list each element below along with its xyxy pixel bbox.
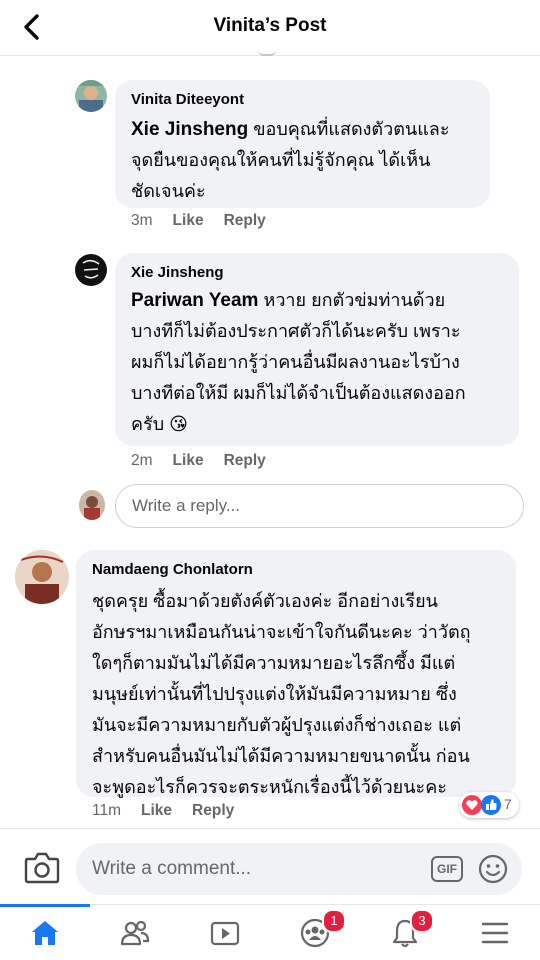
comment-actions: 3m Like Reply (131, 212, 286, 230)
timestamp: 11m (92, 802, 122, 819)
avatar[interactable] (15, 550, 69, 604)
tab-notifications[interactable]: 3 (360, 905, 450, 960)
reaction-count: 7 (504, 796, 512, 812)
groups-badge: 1 (322, 909, 346, 933)
like-button[interactable]: Like (173, 212, 204, 230)
like-icon (481, 795, 501, 815)
reply-placeholder: Write a reply... (132, 496, 241, 515)
comment-placeholder: Write a comment... (92, 858, 252, 879)
mention-link[interactable]: Pariwan Yeam (131, 290, 258, 311)
avatar[interactable] (75, 80, 107, 112)
reply-button[interactable]: Reply (224, 452, 266, 470)
post-header: Vinita’s Post (0, 0, 540, 56)
bottom-tab-bar: 1 3 (0, 904, 540, 960)
comment-composer: Write a comment... GIF (0, 828, 540, 904)
home-icon (32, 921, 58, 945)
watch-icon (210, 921, 240, 946)
gif-button[interactable]: GIF (431, 856, 463, 882)
tab-watch[interactable] (180, 905, 270, 960)
notifications-badge: 3 (410, 909, 434, 933)
comment-actions: 2m Like Reply (131, 452, 286, 470)
avatar[interactable] (75, 254, 107, 286)
comment-author[interactable]: Xie Jinsheng (131, 264, 224, 281)
love-icon (462, 795, 482, 815)
comment-text: ชุดครุย ซื้อมาด้วยตังค์ตัวเองค่ะ อีกอย่า… (92, 591, 471, 797)
friends-icon (120, 920, 150, 946)
like-button[interactable]: Like (141, 802, 172, 820)
comment-actions: 11m Like Reply (92, 802, 254, 820)
tab-groups[interactable]: 1 (270, 905, 360, 960)
menu-icon (481, 922, 509, 944)
comment-author[interactable]: Vinita Diteeyont (131, 91, 244, 108)
like-button[interactable]: Like (173, 452, 204, 470)
tab-home[interactable] (0, 904, 90, 960)
timestamp: 2m (131, 452, 153, 469)
reaction-summary[interactable]: 7 (459, 792, 519, 818)
comment-author[interactable]: Namdaeng Chonlatorn (92, 561, 253, 578)
comment-text: Xie Jinsheng ขอบคุณที่แสดงตัวตนและ จุดยื… (131, 119, 450, 201)
comment-text: Pariwan Yeam หวาย ยกตัวข่มท่านด้วย บางที… (131, 290, 466, 434)
page-title: Vinita’s Post (213, 15, 327, 36)
reply-input[interactable]: Write a reply... (115, 484, 524, 528)
comment-input[interactable]: Write a comment... GIF (76, 843, 522, 895)
reply-button[interactable]: Reply (224, 212, 266, 230)
reply-button[interactable]: Reply (192, 802, 234, 820)
scroll-hint (258, 50, 276, 56)
camera-icon[interactable] (23, 851, 61, 885)
mention-link[interactable]: Xie Jinsheng (131, 119, 248, 140)
timestamp: 3m (131, 212, 153, 229)
my-avatar (79, 490, 105, 520)
tab-menu[interactable] (450, 905, 540, 960)
tab-friends[interactable] (90, 905, 180, 960)
emoji-icon[interactable] (478, 854, 508, 884)
